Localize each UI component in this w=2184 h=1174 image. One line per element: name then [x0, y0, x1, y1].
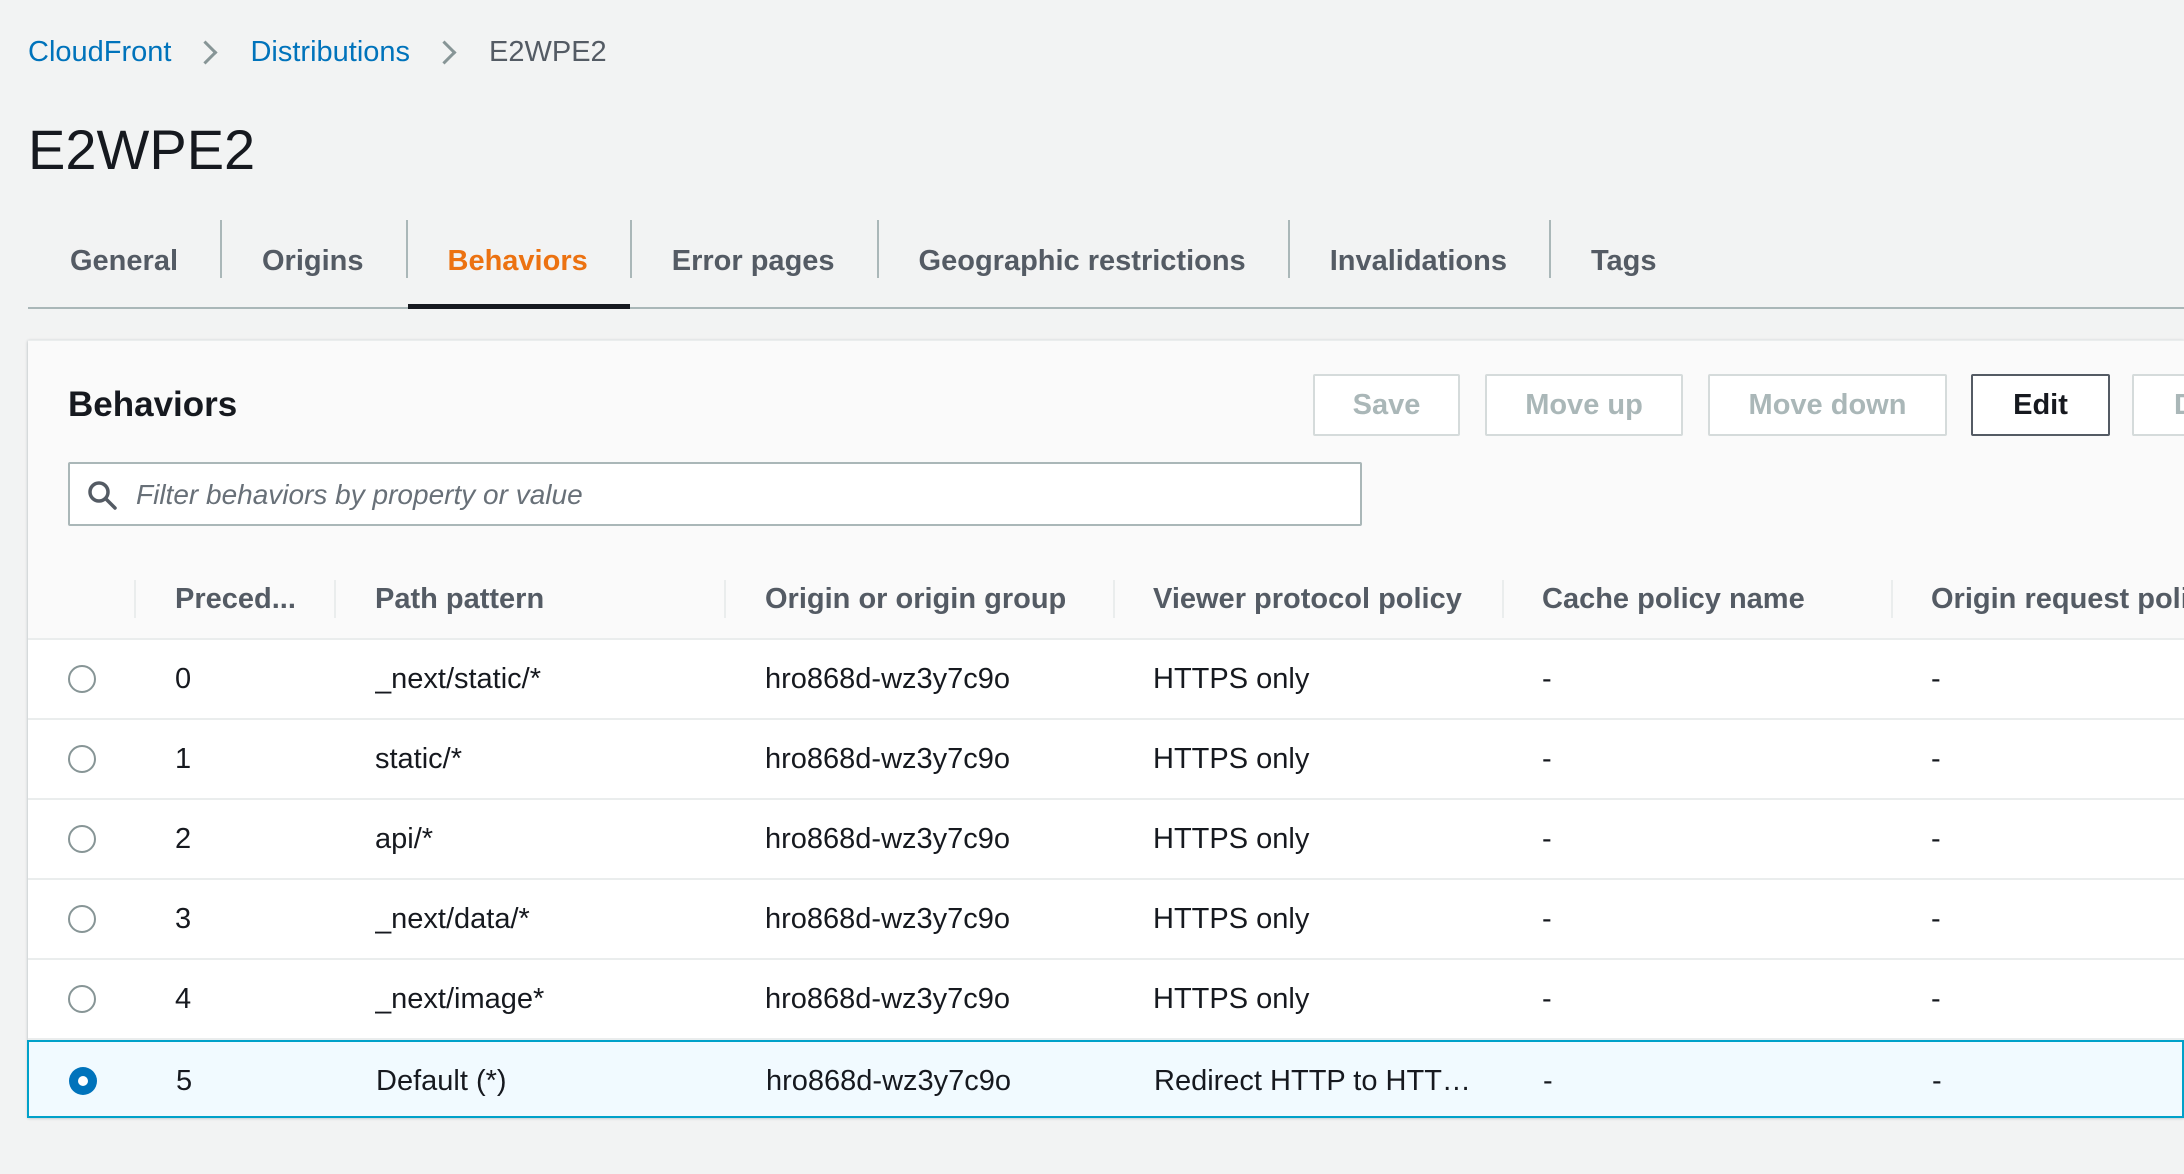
- cell-precedence: 5: [176, 1065, 193, 1097]
- delete-button[interactable]: D: [2132, 374, 2184, 436]
- cell-precedence: 2: [175, 823, 192, 855]
- cell-viewer-protocol-policy: Redirect HTTP to HTT…: [1154, 1065, 1471, 1097]
- chevron-right-icon: [432, 39, 457, 65]
- breadcrumb-cloudfront-link[interactable]: CloudFront: [28, 32, 171, 72]
- table-row[interactable]: 0 _next/static/* hro868d-wz3y7c9o HTTPS …: [28, 640, 2184, 720]
- cell-viewer-protocol-policy: HTTPS only: [1153, 983, 1310, 1015]
- cell-viewer-protocol-policy: HTTPS only: [1153, 663, 1310, 695]
- panel-header: Behaviors Save Move up Move down Edit D: [28, 341, 2184, 561]
- cell-path-pattern: static/*: [375, 743, 463, 775]
- table-row[interactable]: 1 static/* hro868d-wz3y7c9o HTTPS only -…: [28, 720, 2184, 800]
- cell-cache-policy: -: [1542, 743, 1552, 775]
- tab-origins[interactable]: Origins: [220, 215, 406, 307]
- row-select-radio[interactable]: [68, 985, 96, 1013]
- cell-origin-request-policy: -: [1931, 823, 1941, 855]
- cell-path-pattern: _next/static/*: [375, 663, 542, 695]
- cell-origin-request-policy: -: [1932, 1065, 1942, 1097]
- tab-invalidations[interactable]: Invalidations: [1287, 215, 1549, 307]
- column-header-cache-policy-name[interactable]: Cache policy name: [1542, 560, 1882, 638]
- column-divider: [1113, 580, 1115, 618]
- cell-path-pattern: api/*: [375, 823, 434, 855]
- filter-behaviors-input[interactable]: [134, 464, 1348, 526]
- table-row[interactable]: 2 api/* hro868d-wz3y7c9o HTTPS only - -: [28, 800, 2184, 880]
- cell-origin: hro868d-wz3y7c9o: [765, 663, 1011, 695]
- column-header-path-pattern[interactable]: Path pattern: [375, 560, 715, 638]
- cell-viewer-protocol-policy: HTTPS only: [1153, 743, 1310, 775]
- page-title: E2WPE2: [28, 118, 256, 181]
- behaviors-panel: Behaviors Save Move up Move down Edit D …: [27, 340, 2184, 1118]
- cell-origin-request-policy: -: [1931, 983, 1941, 1015]
- cell-origin: hro868d-wz3y7c9o: [765, 823, 1011, 855]
- search-icon: [88, 481, 117, 510]
- tab-general[interactable]: General: [28, 215, 220, 307]
- cell-origin-request-policy: -: [1931, 903, 1941, 935]
- tab-tags[interactable]: Tags: [1548, 215, 1699, 307]
- cell-origin-request-policy: -: [1931, 663, 1941, 695]
- row-select-radio[interactable]: [68, 825, 96, 853]
- save-button[interactable]: Save: [1313, 374, 1460, 436]
- filter-search-box: [68, 462, 1362, 526]
- cell-viewer-protocol-policy: HTTPS only: [1153, 823, 1310, 855]
- breadcrumb-current: E2WPE2: [489, 36, 607, 68]
- breadcrumb-distributions-link[interactable]: Distributions: [250, 32, 410, 72]
- cell-origin-request-policy: -: [1931, 743, 1941, 775]
- cell-origin: hro868d-wz3y7c9o: [765, 983, 1011, 1015]
- tab-geographic-restrictions[interactable]: Geographic restrictions: [876, 215, 1288, 307]
- row-select-radio-checked[interactable]: [69, 1067, 97, 1095]
- edit-button[interactable]: Edit: [1971, 374, 2110, 436]
- column-header-origin-request-policy[interactable]: Origin request polic: [1931, 560, 2184, 638]
- column-divider: [724, 580, 726, 618]
- panel-title: Behaviors: [68, 385, 238, 424]
- move-up-button[interactable]: Move up: [1485, 374, 1683, 436]
- table-header: Preced... Path pattern Origin or origin …: [28, 560, 2184, 640]
- column-header-viewer-protocol-policy[interactable]: Viewer protocol policy: [1153, 560, 1493, 638]
- column-divider: [134, 580, 136, 618]
- cell-precedence: 3: [175, 903, 192, 935]
- cell-cache-policy: -: [1542, 823, 1552, 855]
- cell-path-pattern: _next/data/*: [375, 903, 530, 935]
- cell-cache-policy: -: [1542, 663, 1552, 695]
- cell-origin: hro868d-wz3y7c9o: [766, 1065, 1012, 1097]
- cell-origin: hro868d-wz3y7c9o: [765, 903, 1011, 935]
- cell-precedence: 1: [175, 743, 192, 775]
- column-divider: [334, 580, 336, 618]
- table-row[interactable]: 4 _next/image* hro868d-wz3y7c9o HTTPS on…: [28, 960, 2184, 1040]
- column-header-origin[interactable]: Origin or origin group: [765, 560, 1105, 638]
- row-select-radio[interactable]: [68, 745, 96, 773]
- cell-path-pattern: Default (*): [376, 1065, 507, 1097]
- behaviors-table: Preced... Path pattern Origin or origin …: [27, 560, 2184, 1118]
- cell-viewer-protocol-policy: HTTPS only: [1153, 903, 1310, 935]
- breadcrumb: CloudFront Distributions E2WPE2: [28, 32, 607, 72]
- tab-error-pages[interactable]: Error pages: [629, 215, 877, 307]
- cell-precedence: 0: [175, 663, 192, 695]
- cell-precedence: 4: [175, 983, 192, 1015]
- cell-origin: hro868d-wz3y7c9o: [765, 743, 1011, 775]
- column-divider: [1502, 580, 1504, 618]
- cell-cache-policy: -: [1542, 983, 1552, 1015]
- column-divider: [1891, 580, 1893, 618]
- cell-path-pattern: _next/image*: [375, 983, 545, 1015]
- table-row-selected[interactable]: 5 Default (*) hro868d-wz3y7c9o Redirect …: [27, 1040, 2184, 1118]
- column-header-precedence[interactable]: Preced...: [175, 560, 325, 638]
- tab-bar: General Origins Behaviors Error pages Ge…: [28, 215, 2184, 309]
- table-row[interactable]: 3 _next/data/* hro868d-wz3y7c9o HTTPS on…: [28, 880, 2184, 960]
- row-select-radio[interactable]: [68, 665, 96, 693]
- move-down-button[interactable]: Move down: [1708, 374, 1947, 436]
- row-select-radio[interactable]: [68, 905, 96, 933]
- cell-cache-policy: -: [1542, 903, 1552, 935]
- cell-cache-policy: -: [1543, 1065, 1553, 1097]
- tab-behaviors[interactable]: Behaviors: [405, 215, 630, 309]
- chevron-right-icon: [193, 39, 218, 65]
